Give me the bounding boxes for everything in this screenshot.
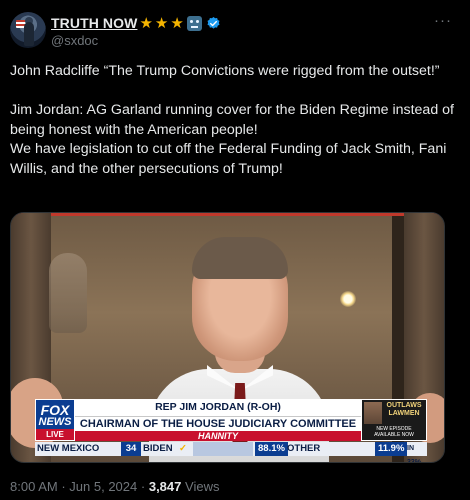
chyron-name: REP JIM JORDAN (R-OH) bbox=[75, 399, 361, 416]
network-logo: FOX NEWS LIVE bbox=[35, 399, 75, 441]
promo-box: OUTLAWS LAWMEN NEW EPISODE AVAILABLE NOW bbox=[361, 399, 427, 441]
display-name[interactable]: TRUTH NOW bbox=[51, 15, 137, 31]
network-logo-bottom: NEWS bbox=[38, 416, 72, 428]
separator: · bbox=[61, 479, 66, 494]
robot-icon bbox=[186, 15, 202, 31]
background-lamp bbox=[340, 291, 356, 307]
star-icon: ★ bbox=[170, 14, 184, 32]
news-chyron: FOX NEWS LIVE REP JIM JORDAN (R-OH) CHAI… bbox=[35, 399, 427, 441]
views-label: Views bbox=[185, 479, 220, 494]
chyron-show: HANNITY bbox=[75, 431, 361, 441]
post-paragraph: John Radcliffe “The Trump Convictions we… bbox=[10, 63, 440, 79]
post-text: John Radcliffe “The Trump Convictions we… bbox=[10, 62, 455, 179]
post-time[interactable]: 8:00 AM bbox=[10, 479, 58, 494]
ticker-candidate: BIDEN bbox=[143, 443, 173, 454]
network-logo-top: FOX bbox=[40, 402, 70, 418]
video-progress-edge bbox=[11, 213, 444, 216]
separator: · bbox=[140, 479, 146, 494]
post-date[interactable]: Jun 5, 2024 bbox=[69, 479, 137, 494]
star-icon: ★ bbox=[139, 14, 153, 32]
promo-title: OUTLAWS LAWMEN bbox=[386, 402, 422, 417]
handle[interactable]: @sxdoc bbox=[51, 33, 98, 48]
speaker-hair bbox=[192, 237, 288, 279]
more-icon[interactable]: ··· bbox=[434, 12, 452, 29]
chyron-title: CHAIRMAN OF THE HOUSE JUDICIARY COMMITTE… bbox=[75, 416, 361, 431]
post-paragraph: We have legislation to cut off the Feder… bbox=[10, 141, 447, 177]
background-statue bbox=[49, 253, 87, 333]
avatar-figure bbox=[24, 22, 34, 46]
avatar[interactable] bbox=[10, 12, 46, 48]
ticker-other: OTHER bbox=[287, 443, 321, 454]
views-count: 3,847 bbox=[148, 479, 182, 494]
star-icon: ★ bbox=[154, 14, 169, 32]
video-player[interactable]: FOX NEWS LIVE REP JIM JORDAN (R-OH) CHAI… bbox=[10, 212, 445, 463]
ticker-state: NEW MEXICO bbox=[37, 443, 100, 454]
name-row: TRUTH NOW ★ ★ ★ bbox=[51, 14, 221, 32]
check-icon: ✓ bbox=[179, 443, 187, 454]
verified-icon bbox=[207, 16, 220, 29]
results-ticker: NEW MEXICO 34 BIDEN ✓ 88.1% OTHER 11.9% … bbox=[35, 442, 427, 462]
ticker-reporting: IN 33% bbox=[407, 445, 422, 463]
post-meta: 8:00 AM · Jun 5, 2024 · 3,847 Views bbox=[10, 479, 219, 494]
promo-subtitle: NEW EPISODE AVAILABLE NOW bbox=[374, 426, 414, 438]
post-header: TRUTH NOW ★ ★ ★ @sxdoc ··· bbox=[10, 12, 460, 52]
ticker-number: 34 bbox=[121, 442, 141, 456]
ticker-bar bbox=[193, 442, 253, 456]
ticker-percent: 88.1% bbox=[255, 442, 288, 456]
live-badge: LIVE bbox=[36, 429, 74, 440]
promo-image bbox=[364, 402, 382, 424]
ticker-percent: 11.9% bbox=[375, 442, 408, 456]
post-paragraph: Jim Jordan: AG Garland running cover for… bbox=[10, 102, 454, 138]
